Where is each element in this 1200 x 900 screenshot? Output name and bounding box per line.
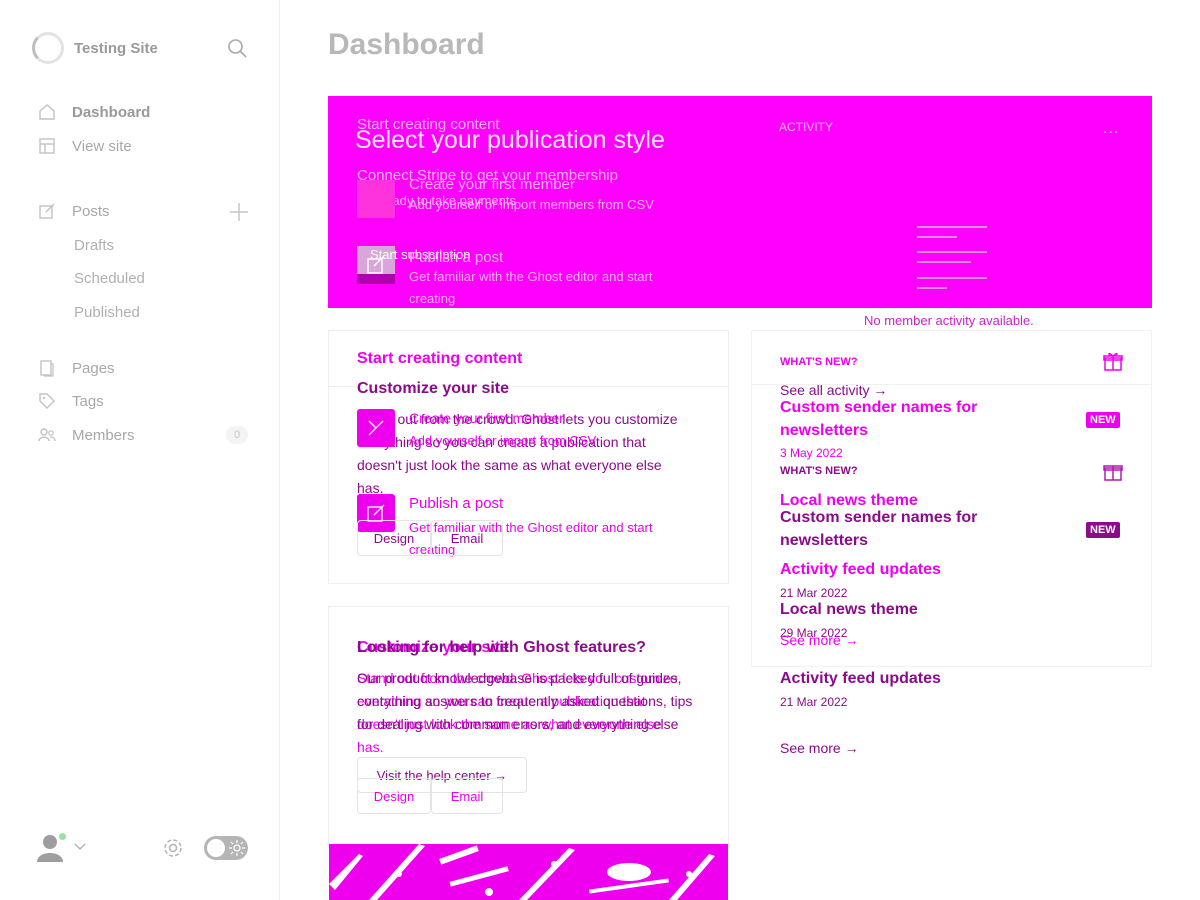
sidebar-item-label: View site	[72, 137, 132, 155]
design-button[interactable]: Design	[357, 520, 431, 556]
banner-ghost-editor: Get familiar with the Ghost editor and s…	[409, 269, 653, 284]
tag-icon	[39, 393, 55, 409]
news-item-title-1[interactable]: Custom sender names for	[780, 399, 977, 417]
banner-ghost-creating: creating	[409, 291, 456, 306]
no-activity-text: No member activity available.	[864, 313, 1034, 328]
banner-title: Select your publication style	[355, 126, 665, 154]
page-title: Dashboard	[328, 28, 485, 61]
start-creating-card: Start creating content Customize your si…	[328, 330, 729, 584]
sidebar-item-scheduled[interactable]: Scheduled	[74, 270, 145, 287]
sidebar-item-dashboard[interactable]: Dashboard	[38, 100, 150, 124]
email-label: Email	[450, 530, 484, 546]
design-button-ghost[interactable]: Design	[357, 778, 431, 814]
email-button[interactable]: Email	[431, 520, 503, 556]
search-icon[interactable]	[227, 38, 247, 58]
gift-icon	[1103, 465, 1123, 481]
help-card: Customize your site Looking for help wit…	[328, 606, 729, 846]
sidebar-item-members[interactable]: Members	[38, 423, 135, 447]
sidebar: Testing Site Dashboard View site Posts D…	[0, 0, 280, 900]
sun-icon	[229, 840, 245, 856]
new-badge: NEW	[1086, 522, 1120, 538]
gift-icon	[1103, 352, 1123, 371]
site-name: Testing Site	[74, 39, 158, 57]
whats-new-heading-ghost: WHAT'S NEW?	[780, 465, 858, 477]
sidebar-item-label: Members	[72, 426, 135, 444]
see-all-activity-link[interactable]: See all activity →	[780, 382, 887, 398]
sidebar-item-label: Tags	[72, 392, 104, 410]
new-badge: NEW	[1086, 412, 1120, 428]
email-label: Email	[450, 788, 484, 804]
site-brand[interactable]: Testing Site	[32, 32, 158, 64]
featured-photo	[329, 844, 728, 900]
whats-new-card: WHAT'S NEW? See all activity → Custom se…	[751, 330, 1152, 667]
whats-new-heading: WHAT'S NEW?	[780, 356, 858, 368]
members-icon	[38, 428, 56, 442]
chevron-down-icon[interactable]	[74, 842, 86, 852]
gear-icon[interactable]	[162, 837, 184, 859]
news-item-title-3-dark[interactable]: Activity feed updates	[780, 670, 941, 688]
add-member-text: Add yourself or import from CSV	[409, 433, 597, 448]
sidebar-item-label: Posts	[72, 202, 110, 220]
help-title: Looking for help with Ghost features?	[357, 639, 646, 656]
news-item-title-2-dark[interactable]: Local news theme	[780, 601, 918, 619]
sidebar-item-pages[interactable]: Pages	[38, 356, 115, 380]
news-item-title-3[interactable]: Activity feed updates	[780, 561, 941, 579]
banner-ghost-member: Create your first member	[409, 176, 575, 193]
edit-icon	[39, 203, 55, 219]
sidebar-item-drafts[interactable]: Drafts	[74, 237, 114, 254]
see-more-link-ghost[interactable]: See more →	[780, 632, 859, 648]
help-text-4: has.	[357, 739, 384, 755]
toggle-knob	[207, 839, 225, 857]
publish-post-link[interactable]: Publish a post	[409, 495, 503, 512]
sidebar-item-posts[interactable]: Posts	[38, 199, 110, 223]
photo-image	[329, 844, 715, 900]
sidebar-item-label: Pages	[72, 359, 115, 377]
help-text-2: containing answers to frequently asked q…	[357, 693, 693, 709]
banner-ghost-member-icon	[357, 180, 395, 218]
banner-ghost-publish: Publish a post	[409, 249, 504, 266]
news-item-title-1b-dark[interactable]: newsletters	[780, 532, 868, 550]
customize-title: Customize your site	[357, 380, 510, 397]
site-logo	[32, 32, 64, 64]
customize-text-3: doesn't just look the same as what every…	[357, 457, 662, 473]
layout-icon	[39, 138, 55, 154]
home-icon	[39, 104, 55, 120]
sidebar-item-label: Dashboard	[72, 103, 151, 121]
design-label: Design	[373, 530, 415, 546]
news-item-title-2[interactable]: Local news theme	[780, 492, 918, 510]
design-label: Design	[373, 788, 415, 804]
banner-ghost-activity: ACTIVITY	[779, 120, 834, 134]
sidebar-item-published[interactable]: Published	[74, 304, 140, 321]
empty-activity-illustration	[917, 226, 987, 289]
see-more-link[interactable]: See more →	[780, 740, 859, 756]
create-member-icon[interactable]	[357, 409, 395, 447]
card-title: Start creating content	[357, 350, 523, 367]
banner-ghost-add-member: Add yourself or import members from CSV	[409, 197, 654, 212]
news-item-date-3: 21 Mar 2022	[780, 586, 848, 600]
email-button-ghost[interactable]: Email	[431, 778, 503, 814]
help-text-3: for dealing with common errors, and ever…	[357, 716, 679, 732]
news-item-date-3-dark: 21 Mar 2022	[780, 695, 848, 709]
news-item-date-1: 3 May 2022	[780, 446, 843, 460]
news-item-title-1b[interactable]: newsletters	[780, 422, 868, 440]
dark-mode-toggle[interactable]	[204, 836, 248, 860]
sidebar-item-tags[interactable]: Tags	[38, 389, 104, 413]
pages-icon	[40, 360, 54, 377]
new-post-icon[interactable]	[229, 202, 249, 222]
create-member-link[interactable]: Create your first member	[409, 410, 564, 426]
news-item-title-1-dark[interactable]: Custom sender names for	[780, 509, 977, 527]
sidebar-item-view-site[interactable]: View site	[38, 134, 132, 158]
more-options-icon[interactable]: ...	[1103, 120, 1119, 138]
online-status-dot	[58, 832, 67, 841]
members-icon	[368, 420, 384, 436]
publication-style-banner: Start creating content ACTIVITY ... Sele…	[328, 96, 1152, 308]
members-count-badge: 0	[226, 426, 248, 444]
help-text-1: Our product knowledgebase is packed full…	[357, 670, 682, 686]
